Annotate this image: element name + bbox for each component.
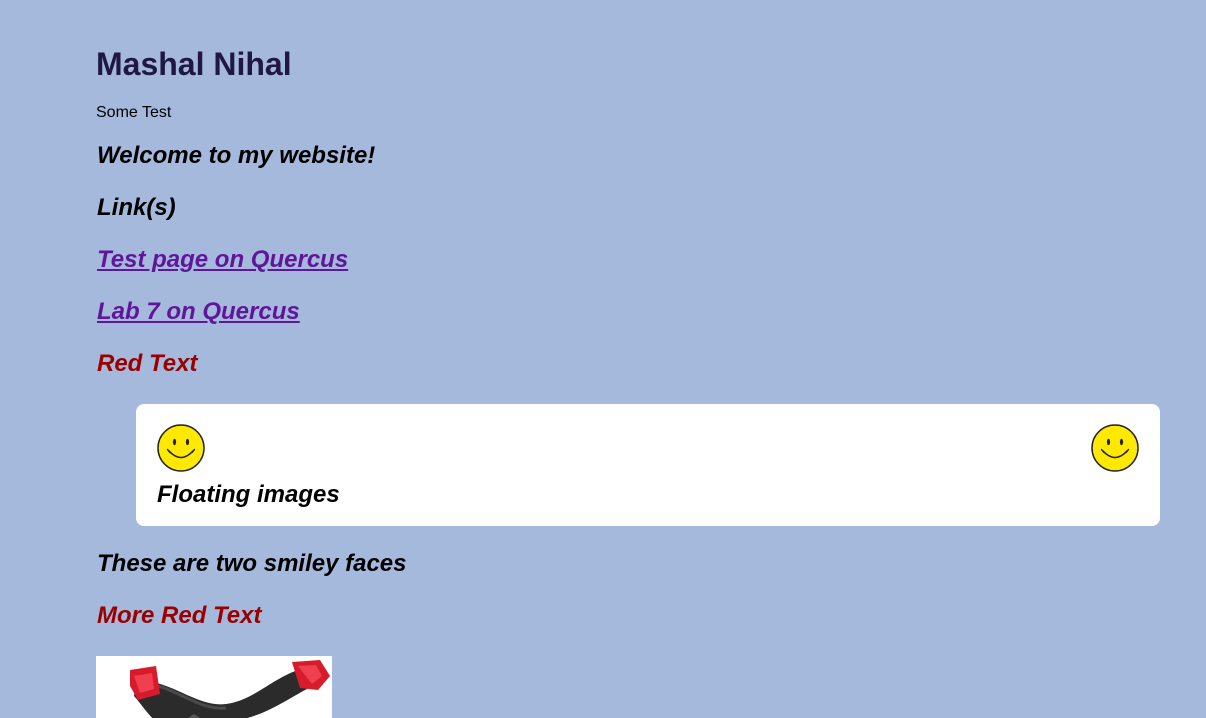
link-item: Test page on Quercus: [97, 246, 348, 274]
welcome-text: Welcome to my website!: [97, 142, 376, 169]
floating-images-caption: Floating images: [157, 481, 340, 508]
page-subtitle: Some Test: [96, 104, 172, 121]
smiley-face-icon: [1091, 424, 1139, 472]
smiley-face-icon: [157, 424, 205, 472]
page-title: Mashal Nihal: [96, 46, 292, 82]
link-test-page-quercus[interactable]: Test page on Quercus: [97, 246, 348, 273]
smiley-caption: These are two smiley faces: [97, 550, 407, 577]
links-heading: Link(s): [97, 194, 176, 221]
link-lab7-quercus[interactable]: Lab 7 on Quercus: [97, 298, 300, 325]
more-red-text: More Red Text: [97, 602, 262, 629]
red-text: Red Text: [97, 350, 198, 377]
product-image: [96, 656, 332, 718]
link-item: Lab 7 on Quercus: [97, 298, 300, 326]
floating-images-card: Floating images: [136, 404, 1160, 526]
balance-board-image: [130, 660, 330, 718]
